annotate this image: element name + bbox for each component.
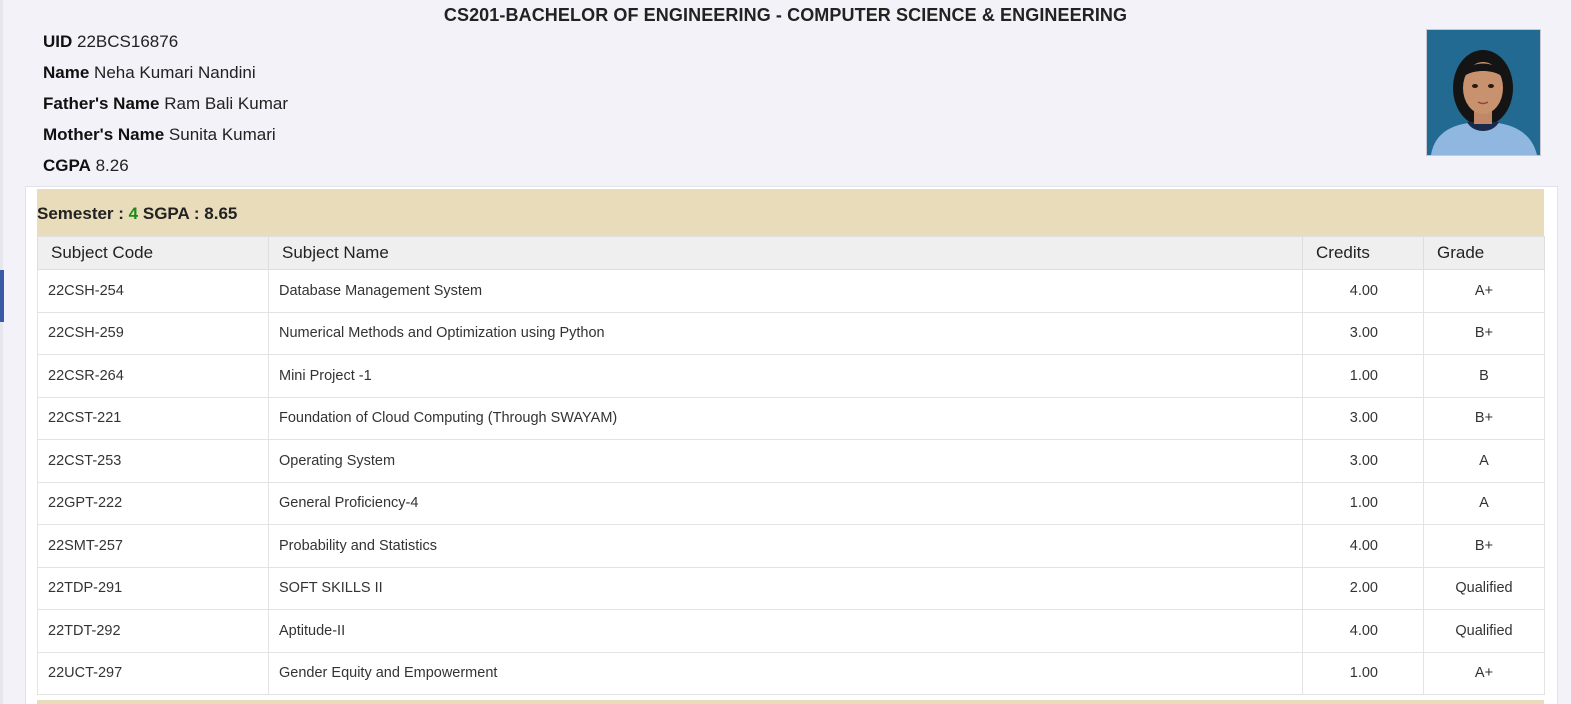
grades-table: Subject Code Subject Name Credits Grade … — [37, 236, 1545, 695]
subject-name: Gender Equity and Empowerment — [268, 651, 1303, 695]
credits: 3.00 — [1302, 439, 1424, 483]
subject-code: 22TDT-292 — [37, 609, 269, 653]
sgpa-value: 8.65 — [204, 204, 238, 223]
subject-name: Operating System — [268, 439, 1303, 483]
student-photo-illustration — [1427, 30, 1540, 155]
result-page: CS201-BACHELOR OF ENGINEERING - COMPUTER… — [0, 0, 1571, 704]
grade: B — [1423, 354, 1545, 398]
grade: A+ — [1423, 269, 1545, 313]
subject-name: Mini Project -1 — [268, 354, 1303, 398]
table-row: 22CST-221 Foundation of Cloud Computing … — [37, 396, 1545, 440]
subject-name: Foundation of Cloud Computing (Through S… — [268, 396, 1303, 440]
table-row: 22CSH-259 Numerical Methods and Optimiza… — [37, 311, 1545, 355]
subject-code: 22CSR-264 — [37, 354, 269, 398]
subject-name: Probability and Statistics — [268, 524, 1303, 568]
name-value: Neha Kumari Nandini — [94, 63, 256, 82]
grade-header: Grade — [1423, 236, 1545, 270]
subject-code: 22CSH-259 — [37, 311, 269, 355]
semester-label: Semester : — [37, 204, 124, 223]
father-name-row: Father's Name Ram Bali Kumar — [43, 93, 288, 115]
credits: 3.00 — [1302, 396, 1424, 440]
cgpa-label: CGPA — [43, 156, 91, 175]
subject-code-header: Subject Code — [37, 236, 269, 270]
mother-name-value: Sunita Kumari — [168, 125, 276, 144]
sgpa-label: SGPA : — [142, 204, 200, 223]
table-row: 22CSR-264 Mini Project -1 1.00 B — [37, 354, 1545, 398]
subject-code: 22CST-221 — [37, 396, 269, 440]
subject-name: SOFT SKILLS II — [268, 566, 1303, 610]
grade: B+ — [1423, 396, 1545, 440]
credits: 4.00 — [1302, 609, 1424, 653]
credits: 4.00 — [1302, 524, 1424, 568]
subject-code: 22GPT-222 — [37, 481, 269, 525]
credits: 4.00 — [1302, 269, 1424, 313]
table-header-row: Subject Code Subject Name Credits Grade — [37, 236, 1545, 270]
subject-code: 22TDP-291 — [37, 566, 269, 610]
left-side-tab[interactable] — [0, 270, 4, 322]
subject-name-header: Subject Name — [268, 236, 1303, 270]
semester-summary: Semester : 4 SGPA : 8.65 — [37, 204, 237, 224]
name-row: Name Neha Kumari Nandini — [43, 62, 256, 84]
subject-code: 22SMT-257 — [37, 524, 269, 568]
cgpa-value: 8.26 — [95, 156, 129, 175]
grade: B+ — [1423, 311, 1545, 355]
subject-name: General Proficiency-4 — [268, 481, 1303, 525]
grade: B+ — [1423, 524, 1545, 568]
semester-header: Semester : 4 SGPA : 8.65 — [37, 189, 1544, 236]
subject-name: Numerical Methods and Optimization using… — [268, 311, 1303, 355]
grade: A — [1423, 481, 1545, 525]
student-photo — [1426, 29, 1541, 156]
name-label: Name — [43, 63, 90, 82]
credits: 1.00 — [1302, 651, 1424, 695]
uid-row: UID 22BCS16876 — [43, 31, 178, 53]
table-row: 22CSH-254 Database Management System 4.0… — [37, 269, 1545, 313]
table-row: 22SMT-257 Probability and Statistics 4.0… — [37, 524, 1545, 568]
subject-code: 22UCT-297 — [37, 651, 269, 695]
cgpa-row: CGPA 8.26 — [43, 155, 129, 177]
grade: Qualified — [1423, 566, 1545, 610]
subject-name: Database Management System — [268, 269, 1303, 313]
mother-name-row: Mother's Name Sunita Kumari — [43, 124, 276, 146]
grade: A+ — [1423, 651, 1545, 695]
table-row: 22GPT-222 General Proficiency-4 1.00 A — [37, 481, 1545, 525]
mother-name-label: Mother's Name — [43, 125, 165, 144]
program-title: CS201-BACHELOR OF ENGINEERING - COMPUTER… — [443, 5, 1128, 25]
subject-name: Aptitude-II — [268, 609, 1303, 653]
credits: 3.00 — [1302, 311, 1424, 355]
table-row: 22CST-253 Operating System 3.00 A — [37, 439, 1545, 483]
credits: 1.00 — [1302, 354, 1424, 398]
uid-value: 22BCS16876 — [77, 32, 179, 51]
grade: A — [1423, 439, 1545, 483]
semester-number: 4 — [128, 204, 139, 223]
father-name-label: Father's Name — [43, 94, 160, 113]
table-row: 22TDP-291 SOFT SKILLS II 2.00 Qualified — [37, 566, 1545, 610]
left-scroll-edge — [0, 0, 3, 704]
credits-header: Credits — [1302, 236, 1424, 270]
subject-code: 22CST-253 — [37, 439, 269, 483]
father-name-value: Ram Bali Kumar — [164, 94, 288, 113]
credits: 2.00 — [1302, 566, 1424, 610]
grade: Qualified — [1423, 609, 1545, 653]
uid-label: UID — [43, 32, 73, 51]
subject-code: 22CSH-254 — [37, 269, 269, 313]
table-row: 22TDT-292 Aptitude-II 4.00 Qualified — [37, 609, 1545, 653]
credits: 1.00 — [1302, 481, 1424, 525]
table-row: 22UCT-297 Gender Equity and Empowerment … — [37, 651, 1545, 695]
next-semester-header-edge — [37, 700, 1544, 704]
